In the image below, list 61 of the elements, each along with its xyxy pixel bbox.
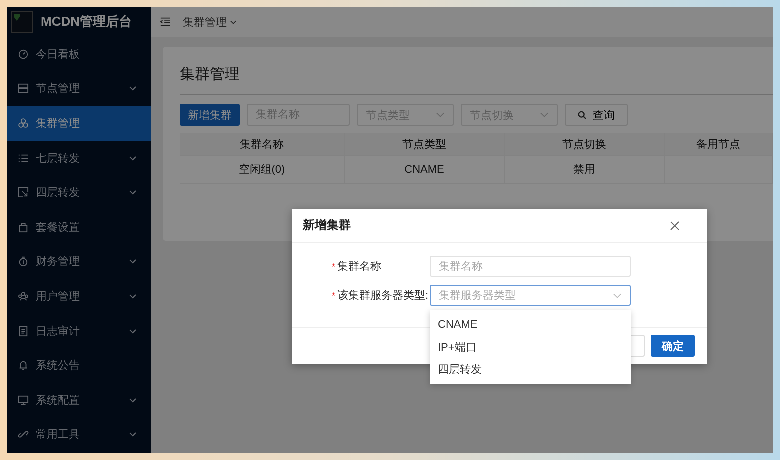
sidebar-item[interactable]: 集群管理 xyxy=(7,106,151,141)
search-button[interactable]: 查询 xyxy=(565,104,628,126)
sidebar-item[interactable]: 日志审计 xyxy=(7,314,151,348)
bag-icon xyxy=(18,222,29,233)
cluster-icon xyxy=(18,118,29,129)
chevron-down-icon xyxy=(129,294,137,299)
chevron-down-icon xyxy=(129,398,137,403)
logo-icon xyxy=(11,11,33,33)
chevron-down-icon xyxy=(129,328,137,334)
breadcrumb[interactable]: 集群管理 xyxy=(183,14,237,30)
dropdown-option[interactable]: IP+端口 xyxy=(430,336,631,358)
chevron-down-icon xyxy=(129,86,137,92)
sidebar-item[interactable]: 财务管理 xyxy=(7,244,151,280)
search-icon xyxy=(578,110,587,120)
close-icon[interactable] xyxy=(670,220,680,230)
confirm-button[interactable]: 确定 xyxy=(651,335,695,357)
server-icon xyxy=(18,83,29,94)
field-label: 该集群服务器类型: xyxy=(338,288,429,303)
sidebar-item[interactable]: 套餐设置 xyxy=(7,210,151,245)
users-icon xyxy=(18,290,29,302)
column-header: 节点类型 xyxy=(345,133,505,155)
chevron-down-icon xyxy=(129,259,137,264)
field-label: 集群名称 xyxy=(338,260,382,274)
column-header: 集群名称 xyxy=(180,133,345,155)
server-type-select[interactable]: 集群服务器类型 xyxy=(430,285,631,306)
chevron-down-icon xyxy=(129,432,137,438)
add-cluster-button[interactable]: 新增集群 xyxy=(180,104,240,126)
dropdown-option[interactable]: 四层转发 xyxy=(430,358,631,380)
dialog-title: 新增集群 xyxy=(303,217,351,234)
chevron-down-icon xyxy=(613,292,622,298)
sidebar-item[interactable]: 系统公告 xyxy=(7,348,151,383)
table-cell: 禁用 xyxy=(505,156,665,183)
sidebar-item[interactable]: 今日看板 xyxy=(7,37,151,72)
column-header: 备用节点 xyxy=(665,133,773,155)
sidebar-item[interactable]: 四层转发 xyxy=(7,175,151,210)
list-icon xyxy=(18,152,29,164)
chevron-down-icon xyxy=(540,112,549,118)
table-cell: CNAME xyxy=(345,156,505,183)
link-icon xyxy=(18,429,29,440)
sidebar-item[interactable]: 用户管理 xyxy=(7,279,151,314)
gauge-icon xyxy=(18,48,29,60)
table-cell: 空闲组(0) xyxy=(180,156,345,183)
menu-fold-icon[interactable] xyxy=(160,17,171,27)
column-header: 节点切换 xyxy=(505,133,665,155)
app-title: MCDN管理后台 xyxy=(41,13,132,31)
frame-icon xyxy=(18,187,29,198)
document-icon xyxy=(18,326,29,337)
coin-icon xyxy=(18,256,29,268)
cluster-name-field[interactable]: 集群名称 xyxy=(430,256,631,277)
bell-icon xyxy=(18,360,29,372)
chevron-down-icon xyxy=(230,20,237,24)
chevron-down-icon xyxy=(129,190,137,196)
required-mark: * xyxy=(332,290,336,300)
chevron-down-icon xyxy=(129,156,137,161)
required-mark: * xyxy=(332,262,336,272)
sidebar-item[interactable]: 常用工具 xyxy=(7,418,151,452)
chevron-down-icon xyxy=(436,112,445,118)
page-title: 集群管理 xyxy=(180,47,773,95)
dropdown-option[interactable]: CNAME xyxy=(430,314,631,336)
monitor-icon xyxy=(18,394,29,406)
sidebar-item[interactable]: 系统配置 xyxy=(7,382,151,418)
